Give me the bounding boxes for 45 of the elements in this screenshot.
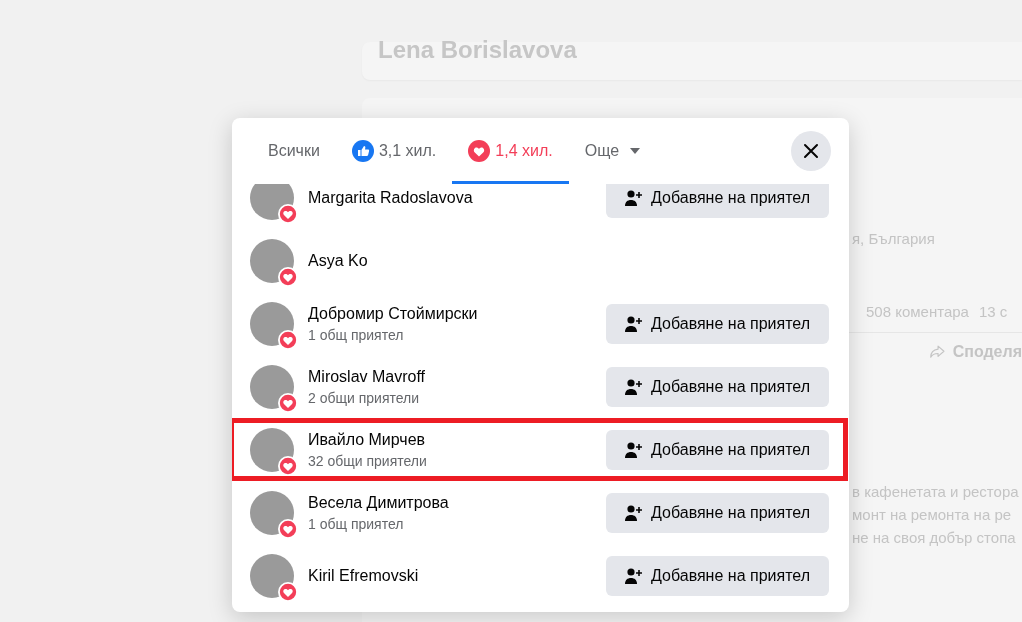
- caret-icon: [630, 148, 641, 154]
- share-icon: [930, 343, 945, 361]
- heart-badge-icon: [278, 518, 298, 539]
- add-person-icon: [625, 504, 643, 521]
- add-friend-button[interactable]: Добавяне на приятел: [606, 303, 829, 344]
- add-person-icon: [625, 315, 643, 332]
- heart-badge-icon: [278, 581, 298, 602]
- reaction-tab[interactable]: 1,4 хил.: [452, 118, 569, 184]
- add-friend-button[interactable]: Добавяне на приятел: [606, 429, 829, 470]
- add-friend-button[interactable]: Добавяне на приятел: [606, 184, 829, 218]
- add-person-icon: [625, 567, 643, 584]
- avatar-placeholder[interactable]: [250, 364, 294, 409]
- avatar-placeholder[interactable]: [250, 301, 294, 346]
- mutual-friends: 2 общи приятели: [308, 389, 421, 406]
- heart-badge-icon: [278, 266, 298, 287]
- person-name[interactable]: Asya Ko: [308, 251, 829, 270]
- avatar-placeholder[interactable]: [250, 490, 294, 535]
- person-name[interactable]: Добромир Стоймирски: [308, 304, 592, 323]
- avatar-placeholder[interactable]: [250, 238, 294, 283]
- close-icon: [803, 143, 819, 159]
- mutual-friends: 1 общ приятел: [308, 326, 405, 343]
- add-person-icon: [625, 189, 643, 206]
- heart-badge-icon: [278, 203, 298, 224]
- person-name[interactable]: Kiril Efremovski: [308, 566, 592, 585]
- like-icon: [351, 140, 374, 162]
- add-person-icon: [625, 441, 643, 458]
- avatar-placeholder[interactable]: [250, 553, 294, 598]
- person-name[interactable]: Весела Димитрова: [308, 493, 592, 512]
- add-friend-button[interactable]: Добавяне на приятел: [606, 492, 829, 533]
- person-name[interactable]: Miroslav Mavroff: [308, 367, 592, 386]
- close-button[interactable]: [791, 131, 831, 171]
- person-name[interactable]: Margarita Radoslavova: [308, 188, 592, 207]
- person-name[interactable]: Ивайло Мирчев: [308, 430, 592, 449]
- add-friend-button[interactable]: Добавяне на приятел: [606, 366, 829, 407]
- add-friend-button[interactable]: Добавяне на приятел: [606, 555, 829, 596]
- add-person-icon: [625, 378, 643, 395]
- reaction-tab[interactable]: Още: [568, 118, 657, 184]
- mutual-friends: 32 общи приятели: [308, 452, 428, 469]
- reaction-tab[interactable]: Всички: [252, 118, 336, 184]
- avatar-placeholder[interactable]: [250, 427, 294, 472]
- reaction-tab[interactable]: 3,1 хил.: [335, 118, 453, 184]
- heart-badge-icon: [278, 455, 298, 476]
- heart-badge-icon: [278, 392, 298, 413]
- mutual-friends: 1 общ приятел: [308, 515, 405, 532]
- heart-badge-icon: [278, 329, 298, 350]
